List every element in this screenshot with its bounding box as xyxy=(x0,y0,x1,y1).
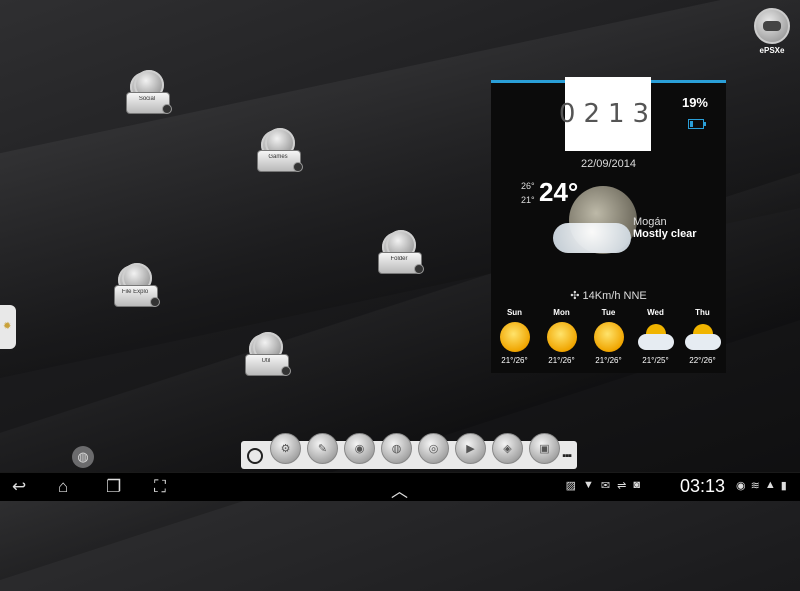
status-time[interactable]: 03:13 xyxy=(680,476,725,497)
folder-badge-icon xyxy=(150,297,160,307)
chrome-icon[interactable]: ◎ xyxy=(418,433,449,464)
recent-apps-icon[interactable]: ❐ xyxy=(106,477,121,497)
folder-label: Folder xyxy=(390,256,408,262)
side-drawer-handle[interactable]: ✹ xyxy=(0,305,16,349)
more-dots-icon[interactable]: ▪▪▪ xyxy=(562,450,572,462)
forecast-range: 22°/26° xyxy=(689,356,716,365)
maps-icon[interactable]: ◈ xyxy=(492,433,523,464)
weather-location: Mogán xyxy=(633,216,667,228)
forecast-day: Wed 21°/25° xyxy=(633,308,679,365)
folder-file-explorer[interactable]: File Explo xyxy=(114,263,160,311)
status-icons[interactable]: ◉ ≋ ▲ ▮ xyxy=(736,479,787,492)
folder-badge-icon xyxy=(414,264,424,274)
folder-util[interactable]: Util xyxy=(245,332,291,380)
battery-status-icon: ▮ xyxy=(780,480,787,492)
settings-icon[interactable]: ⚙ xyxy=(270,433,301,464)
forecast-day-name: Mon xyxy=(553,308,570,317)
forecast-range: 21°/26° xyxy=(548,356,575,365)
dock-icons: ⚙ ✎ ◉ ◍ ◎ ▶ ◈ ▣ xyxy=(270,433,560,464)
folder-badge-icon xyxy=(293,162,303,172)
back-icon[interactable]: ↩ xyxy=(12,477,26,497)
forecast-row: Sun 21°/26° Mon 21°/26° Tue 21°/26° Wed … xyxy=(491,308,726,365)
folder-games[interactable]: Games xyxy=(257,128,303,176)
download-icon: ▼ xyxy=(583,479,594,491)
globe-app-icon[interactable]: ◍ xyxy=(381,433,412,464)
camera-notification-icon: ◙ xyxy=(633,479,640,491)
forecast-day: Sun 21°/26° xyxy=(492,308,538,365)
temp-low: 21° xyxy=(521,195,535,205)
shortcut-label: ePSXe xyxy=(759,46,785,55)
gear-icon: ✹ xyxy=(3,321,12,332)
sunny-icon xyxy=(546,322,577,352)
wifi-icon: ≋ xyxy=(750,480,760,492)
image-notification-icon: ▨ xyxy=(565,480,577,492)
notification-icons[interactable]: ▨ ▼ ✉ ⇌ ◙ xyxy=(566,479,640,492)
sunny-icon xyxy=(593,322,624,352)
forecast-day-name: Sun xyxy=(506,308,523,317)
folder-social[interactable]: Social xyxy=(126,70,172,118)
signal-icon: ▲ xyxy=(764,479,776,491)
epsxe-shortcut[interactable]: ePSXe xyxy=(752,8,792,55)
forecast-day: Tue 21°/26° xyxy=(586,308,632,365)
battery-icon xyxy=(688,119,706,129)
clock-display[interactable]: 0213 xyxy=(559,77,651,151)
folder-label: Util xyxy=(261,358,271,364)
battery-percentage: 19% xyxy=(681,95,708,110)
eye-icon: ◉ xyxy=(736,480,746,492)
system-bar: ↩ ⌂ ❐ ⛶ ︿ ▨ ▼ ✉ ⇌ ◙ 03:13 ◉ ≋ ▲ ▮ xyxy=(0,472,800,501)
forecast-range: 21°/25° xyxy=(642,356,669,365)
forecast-day: Mon 21°/26° xyxy=(539,308,585,365)
expand-up-icon[interactable]: ︿ xyxy=(391,477,408,502)
sunny-icon xyxy=(499,322,530,352)
forecast-day-name: Wed xyxy=(647,308,664,317)
forecast-day: Thu 22°/26° xyxy=(680,308,726,365)
wind-speed: 14Km/h NNE xyxy=(582,290,647,302)
home-icon[interactable]: ⌂ xyxy=(58,477,68,497)
forecast-range: 21°/26° xyxy=(501,356,528,365)
folder-badge-icon xyxy=(281,366,291,376)
forecast-day-name: Thu xyxy=(695,308,710,317)
usb-icon: ⇌ xyxy=(617,480,627,492)
partly-cloudy-icon xyxy=(636,322,676,352)
browser-globe-icon[interactable]: ◍ xyxy=(72,446,94,468)
partly-cloudy-icon xyxy=(683,322,723,352)
forecast-range: 21°/26° xyxy=(595,356,622,365)
folder-label: Social xyxy=(138,96,156,102)
gallery-icon[interactable]: ▣ xyxy=(529,433,560,464)
wind-info: ✣ 14Km/h NNE xyxy=(491,289,726,302)
dock-handle-icon[interactable] xyxy=(247,448,263,464)
temp-high: 26° xyxy=(521,181,535,191)
widget-date: 22/09/2014 xyxy=(580,158,637,170)
forecast-day-name: Tue xyxy=(601,308,616,317)
email-icon: ✉ xyxy=(600,480,611,492)
clock-weather-widget[interactable]: 0213 19% 22/09/2014 26° 21° 24° Mogán Mo… xyxy=(491,77,726,373)
folder-label: Games xyxy=(268,154,288,160)
cloud-icon xyxy=(553,223,631,253)
folder-label: File Explo xyxy=(121,289,149,295)
screenshot-icon[interactable]: ⛶ xyxy=(154,477,166,497)
text-app-icon[interactable]: ✎ xyxy=(307,433,338,464)
wind-icon: ✣ xyxy=(570,290,580,302)
gamepad-icon xyxy=(754,8,790,44)
camera-icon[interactable]: ◉ xyxy=(344,433,375,464)
folder-folder[interactable]: Folder xyxy=(378,230,424,278)
weather-condition: Mostly clear xyxy=(633,228,697,240)
play-store-icon[interactable]: ▶ xyxy=(455,433,486,464)
folder-badge-icon xyxy=(162,104,172,114)
